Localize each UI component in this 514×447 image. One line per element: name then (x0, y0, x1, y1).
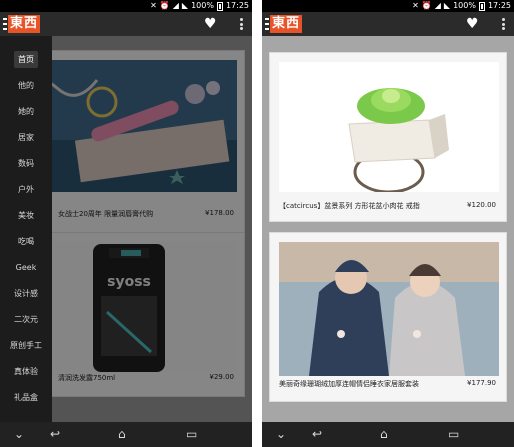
status-bar: ✕ ⏰ ◢ ◣ 100% 17:25 (0, 0, 252, 12)
product-title: 美丽奇缘珊瑚绒加厚连帽情侣睡衣家居服套装 (279, 380, 419, 388)
alarm-icon: ⏰ (421, 1, 432, 10)
battery-percent: 100% (453, 1, 476, 10)
wifi-icon: ◢ (434, 1, 441, 10)
drawer-item-anime[interactable]: 二次元 (0, 306, 52, 332)
heart-icon[interactable]: ♥ (466, 17, 480, 31)
back-icon[interactable]: ↩ (312, 427, 322, 441)
heart-icon[interactable]: ♥ (204, 17, 218, 31)
app-logo[interactable]: 東西 (3, 15, 41, 33)
menu-icon[interactable] (265, 18, 269, 30)
home-icon[interactable]: ⌂ (118, 427, 126, 441)
menu-icon[interactable] (3, 18, 7, 30)
chevron-down-icon[interactable]: ⌄ (14, 427, 24, 441)
alarm-icon: ⏰ (159, 1, 170, 10)
drawer-item-food[interactable]: 吃喝 (0, 228, 52, 254)
drawer-item-outdoor[interactable]: 户外 (0, 176, 52, 202)
status-time: 17:25 (225, 1, 249, 10)
app-logo[interactable]: 東西 (265, 15, 303, 33)
more-options-icon[interactable] (240, 18, 244, 30)
battery-percent: 100% (191, 1, 214, 10)
drawer-item-digital[interactable]: 数码 (0, 150, 52, 176)
product-price: ¥120.00 (467, 201, 496, 209)
product-feed: 【catcircus】盆景系列 方形花盆小肉花 戒指 ¥120.00 美丽奇缘珊… (262, 36, 514, 422)
system-nav-bar: ⌄ ↩ ⌂ ▭ (262, 422, 514, 447)
drawer-item-his[interactable]: 他的 (0, 72, 52, 98)
back-icon[interactable]: ↩ (50, 427, 60, 441)
drawer-item-geek[interactable]: Geek (0, 254, 52, 280)
signal-icon: ◣ (443, 1, 451, 10)
bluetooth-off-icon: ✕ (412, 1, 419, 10)
more-options-icon[interactable] (502, 18, 506, 30)
category-drawer: 首页 他的 她的 居家 数码 户外 美妆 吃喝 Geek 设计感 二次元 原创手… (0, 36, 52, 422)
drawer-item-home[interactable]: 首页 (0, 46, 52, 72)
app-bar: 東西 ♥ (0, 12, 252, 36)
right-screen: ✕ ⏰ ◢ ◣ 100% 17:25 東西 ♥ 【catcircus】盆景系列 … (262, 0, 514, 447)
battery-icon (478, 1, 485, 11)
product-price: ¥177.90 (467, 379, 496, 387)
system-nav-bar: ⌄ ↩ ⌂ ▭ (0, 422, 252, 447)
drawer-item-design[interactable]: 设计感 (0, 280, 52, 306)
chevron-down-icon[interactable]: ⌄ (276, 427, 286, 441)
divider (252, 0, 262, 447)
product-image (279, 62, 499, 192)
wifi-icon: ◢ (172, 1, 179, 10)
drawer-item-home-living[interactable]: 居家 (0, 124, 52, 150)
drawer-item-hers[interactable]: 她的 (0, 98, 52, 124)
logo-text: 東西 (8, 15, 41, 33)
battery-icon (216, 1, 223, 11)
drawer-item-gift[interactable]: 礼品盒 (0, 384, 52, 410)
drawer-item-experience[interactable]: 真体验 (0, 358, 52, 384)
status-time: 17:25 (487, 1, 511, 10)
app-bar: 東西 ♥ (262, 12, 514, 36)
status-bar: ✕ ⏰ ◢ ◣ 100% 17:25 (262, 0, 514, 12)
left-screen: ✕ ⏰ ◢ ◣ 100% 17:25 東西 ♥ 女战士20周年 限量润唇膏代购 … (0, 0, 252, 447)
drawer-item-handmade[interactable]: 原创手工 (0, 332, 52, 358)
home-icon[interactable]: ⌂ (380, 427, 388, 441)
logo-text: 東西 (270, 15, 303, 33)
signal-icon: ◣ (181, 1, 189, 10)
recent-apps-icon[interactable]: ▭ (186, 427, 197, 441)
product-card[interactable]: 美丽奇缘珊瑚绒加厚连帽情侣睡衣家居服套装 ¥177.90 (269, 232, 507, 402)
product-card[interactable]: 【catcircus】盆景系列 方形花盆小肉花 戒指 ¥120.00 (269, 52, 507, 222)
recent-apps-icon[interactable]: ▭ (448, 427, 459, 441)
drawer-item-beauty[interactable]: 美妆 (0, 202, 52, 228)
bluetooth-off-icon: ✕ (150, 1, 157, 10)
product-image (279, 242, 499, 376)
product-title: 【catcircus】盆景系列 方形花盆小肉花 戒指 (279, 202, 420, 210)
